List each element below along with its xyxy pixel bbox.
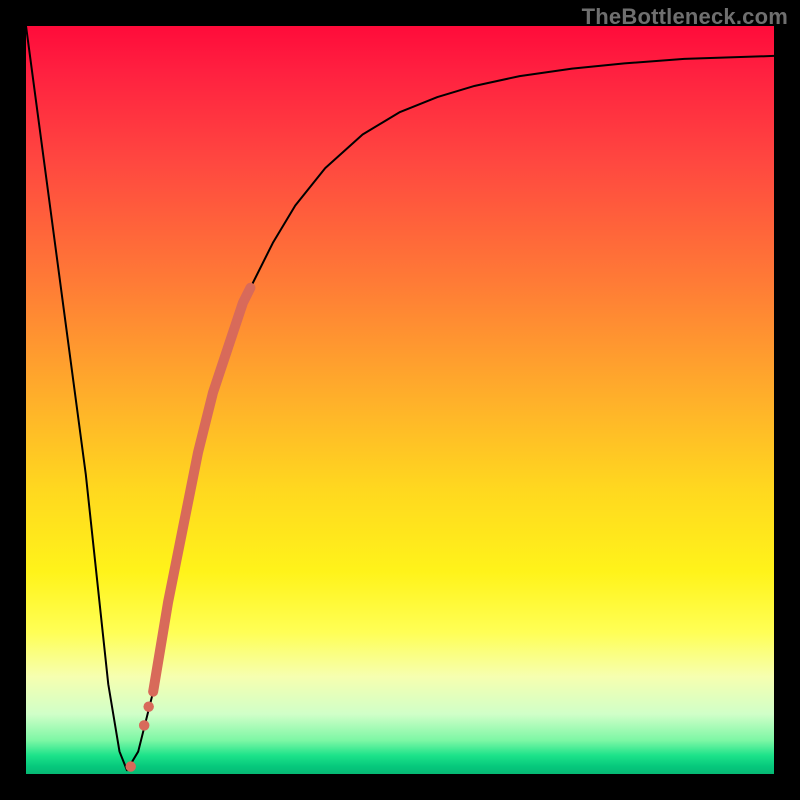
scatter-dense <box>153 288 250 692</box>
chart-svg <box>26 26 774 774</box>
plot-area <box>24 24 776 776</box>
chart-container: TheBottleneck.com <box>0 0 800 800</box>
scatter-sparse <box>125 701 153 771</box>
main-curve <box>26 26 774 770</box>
attribution-label: TheBottleneck.com <box>582 4 788 30</box>
